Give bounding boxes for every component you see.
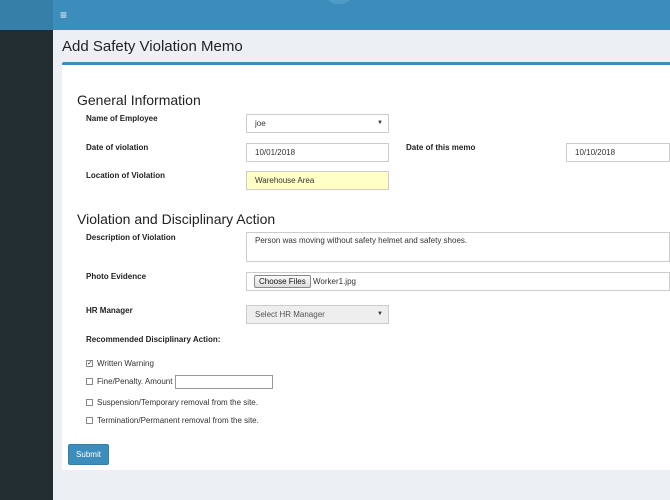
choose-files-button[interactable]: Choose Files — [254, 275, 311, 288]
page-header: Add Safety Violation Memo — [53, 30, 670, 65]
checkbox-termination[interactable] — [86, 417, 93, 424]
action-option-label: Fine/Penalty. Amount — [97, 377, 173, 386]
selected-file-name: Worker1.jpg — [313, 277, 356, 286]
sidebar-logo-strip — [0, 0, 53, 30]
general-information-heading: General Information — [77, 92, 201, 108]
hamburger-icon[interactable]: ≡ — [60, 7, 67, 23]
chevron-down-icon: ▼ — [377, 120, 383, 126]
page-title: Add Safety Violation Memo — [62, 38, 243, 55]
checkbox-written-warning[interactable]: ✓ — [86, 360, 93, 367]
memo-date-label: Date of this memo — [406, 143, 476, 152]
location-input[interactable]: Warehouse Area — [246, 171, 389, 190]
hr-manager-select-value: Select HR Manager — [255, 310, 325, 319]
employee-select-value: joe — [255, 119, 266, 128]
violation-section-heading: Violation and Disciplinary Action — [77, 211, 276, 227]
employee-label: Name of Employee — [86, 114, 158, 123]
action-option-label: Suspension/Temporary removal from the si… — [97, 398, 258, 407]
fine-amount-input[interactable] — [175, 375, 273, 389]
navbar-avatar — [328, 0, 350, 4]
photo-evidence-label: Photo Evidence — [86, 272, 147, 281]
photo-file-input[interactable]: Choose Files Worker1.jpg — [246, 272, 670, 291]
action-option-fine[interactable]: Fine/Penalty. Amount — [86, 377, 172, 386]
hr-manager-select[interactable]: Select HR Manager ▼ — [246, 305, 389, 324]
action-option-label: Termination/Permanent removal from the s… — [97, 416, 259, 425]
checkbox-fine[interactable] — [86, 378, 93, 385]
description-textarea[interactable]: Person was moving without safety helmet … — [246, 232, 670, 262]
description-label: Description of Violation — [86, 233, 176, 242]
checkbox-suspension[interactable] — [86, 399, 93, 406]
submit-button[interactable]: Submit — [68, 444, 109, 465]
violation-date-input[interactable]: 10/01/2018 — [246, 143, 389, 162]
action-option-written-warning[interactable]: ✓ Written Warning — [86, 359, 154, 368]
location-label: Location of Violation — [86, 171, 165, 180]
violation-date-label: Date of violation — [86, 143, 149, 152]
employee-select[interactable]: joe ▼ — [246, 114, 389, 133]
top-navbar: ≡ — [53, 0, 670, 30]
hr-manager-label: HR Manager — [86, 306, 133, 315]
recommended-action-label: Recommended Disciplinary Action: — [86, 335, 221, 344]
action-option-termination[interactable]: Termination/Permanent removal from the s… — [86, 416, 259, 425]
action-option-suspension[interactable]: Suspension/Temporary removal from the si… — [86, 398, 258, 407]
sidebar — [0, 0, 53, 500]
memo-date-input[interactable]: 10/10/2018 — [566, 143, 670, 162]
action-option-label: Written Warning — [97, 359, 154, 368]
chevron-down-icon: ▼ — [377, 311, 383, 317]
